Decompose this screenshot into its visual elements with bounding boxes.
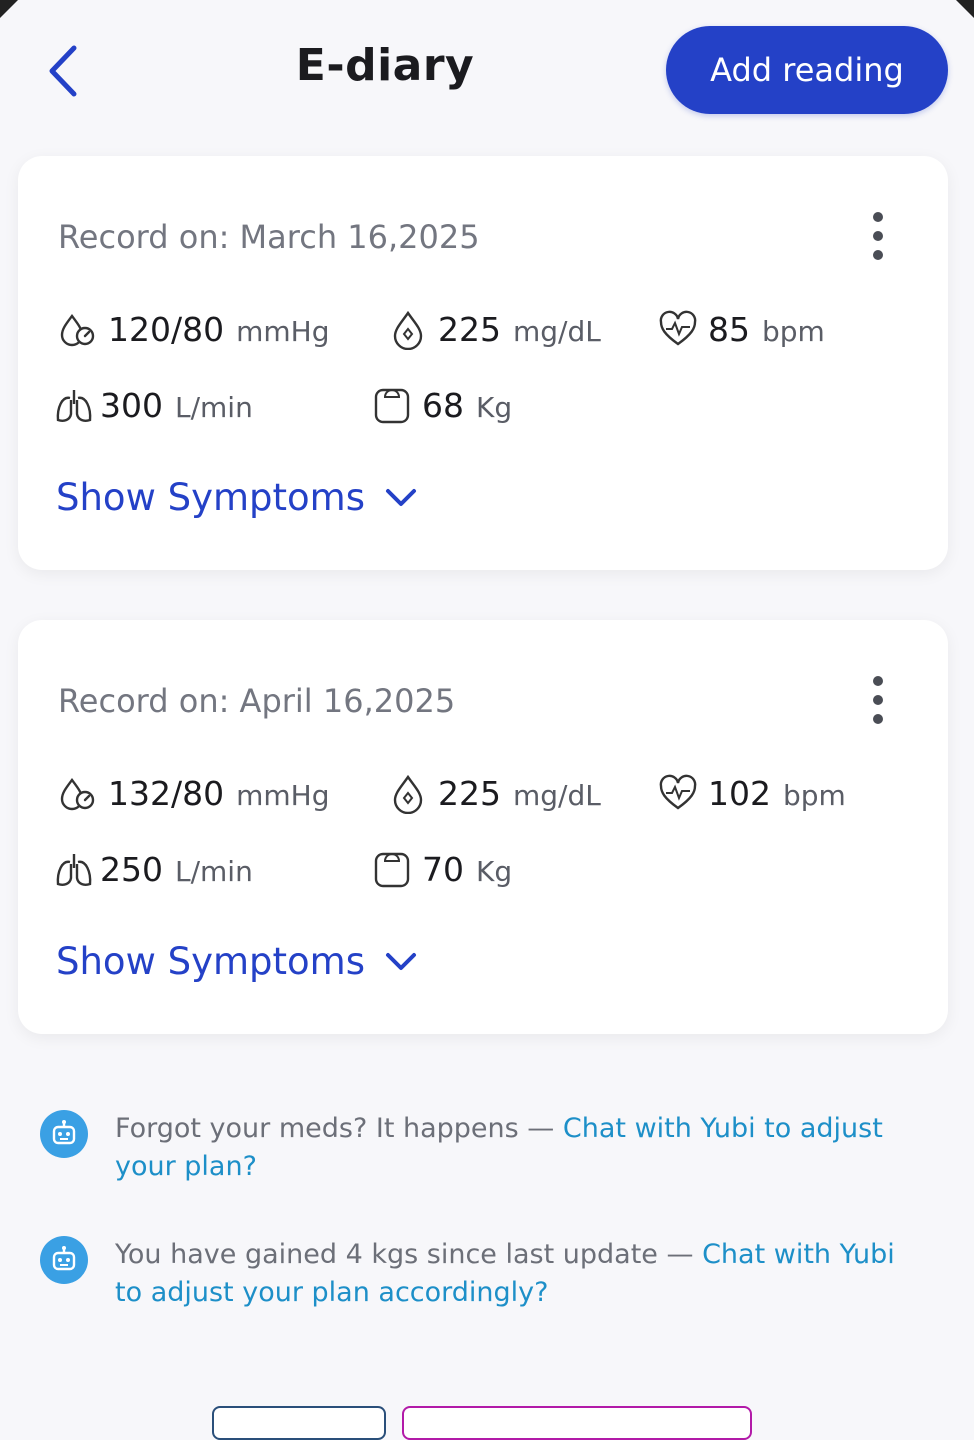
- weight-value: 70: [422, 850, 464, 889]
- chevron-left-icon: [49, 45, 77, 97]
- glucose-drop-icon: [393, 310, 423, 350]
- heart-rate-value: 85: [708, 310, 750, 349]
- header: E-diary Add reading: [0, 0, 974, 140]
- tip-message: Forgot your meds? It happens — Chat with…: [115, 1110, 925, 1186]
- heart-rate-unit: bpm: [762, 315, 825, 348]
- blood-pressure-icon: [60, 314, 95, 347]
- glucose-unit: mg/dL: [513, 779, 601, 812]
- glucose-drop-icon: [393, 774, 423, 814]
- bottom-tab-button[interactable]: [402, 1406, 752, 1440]
- weight-unit: Kg: [476, 855, 513, 888]
- show-symptoms-label: Show Symptoms: [56, 940, 365, 983]
- weight-scale-icon: [374, 388, 410, 424]
- yubi-tip: Forgot your meds? It happens — Chat with…: [40, 1110, 940, 1190]
- record-date: Record on: April 16,2025: [58, 682, 456, 720]
- show-symptoms-toggle[interactable]: Show Symptoms: [56, 476, 417, 519]
- blood-pressure-unit: mmHg: [236, 779, 330, 812]
- dot: [873, 714, 883, 724]
- heart-rate-metric: 102 bpm: [658, 774, 846, 814]
- bottom-tab-button[interactable]: [212, 1406, 386, 1440]
- weight-scale-icon: [374, 852, 410, 888]
- record-card: Record on: March 16,2025 120/80 mmHg 225…: [18, 156, 948, 570]
- more-options-button[interactable]: [864, 672, 892, 728]
- lung-metric: 250 L/min: [54, 850, 253, 890]
- heart-rate-unit: bpm: [783, 779, 846, 812]
- glucose-value: 225: [438, 310, 501, 349]
- back-button[interactable]: [40, 42, 86, 100]
- heart-rate-value: 102: [708, 774, 771, 813]
- glucose-metric: 225 mg/dL: [388, 310, 601, 350]
- record-card: Record on: April 16,2025 132/80 mmHg 225…: [18, 620, 948, 1034]
- weight-value: 68: [422, 386, 464, 425]
- lung-value: 300: [100, 386, 163, 425]
- tip-message: You have gained 4 kgs since last update …: [115, 1236, 925, 1312]
- lung-unit: L/min: [175, 391, 253, 424]
- more-options-button[interactable]: [864, 208, 892, 264]
- glucose-unit: mg/dL: [513, 315, 601, 348]
- lung-value: 250: [100, 850, 163, 889]
- dot: [873, 250, 883, 260]
- bot-icon: [40, 1236, 88, 1284]
- heart-rate-icon: [659, 310, 697, 346]
- heart-rate-metric: 85 bpm: [658, 310, 825, 350]
- add-reading-button[interactable]: Add reading: [666, 26, 948, 114]
- blood-pressure-value: 120/80: [108, 310, 225, 349]
- yubi-tip: You have gained 4 kgs since last update …: [40, 1236, 940, 1316]
- tip-text: Forgot your meds? It happens —: [115, 1113, 563, 1144]
- bot-icon: [40, 1110, 88, 1158]
- glucose-value: 225: [438, 774, 501, 813]
- blood-pressure-metric: 120/80 mmHg: [58, 310, 330, 350]
- lung-metric: 300 L/min: [54, 386, 253, 426]
- blood-pressure-unit: mmHg: [236, 315, 330, 348]
- glucose-metric: 225 mg/dL: [388, 774, 601, 814]
- blood-pressure-metric: 132/80 mmHg: [58, 774, 330, 814]
- blood-pressure-value: 132/80: [108, 774, 225, 813]
- heart-rate-icon: [659, 774, 697, 810]
- weight-metric: 70 Kg: [372, 850, 512, 890]
- record-date: Record on: March 16,2025: [58, 218, 480, 256]
- page-title: E-diary: [295, 40, 475, 91]
- dot: [873, 676, 883, 686]
- chevron-down-icon: [385, 488, 416, 506]
- lungs-icon: [56, 854, 92, 886]
- tip-text: You have gained 4 kgs since last update …: [115, 1239, 703, 1270]
- show-symptoms-toggle[interactable]: Show Symptoms: [56, 940, 417, 983]
- lung-unit: L/min: [175, 855, 253, 888]
- dot: [873, 231, 883, 241]
- show-symptoms-label: Show Symptoms: [56, 476, 365, 519]
- dot: [873, 695, 883, 705]
- blood-pressure-icon: [60, 778, 95, 811]
- weight-unit: Kg: [476, 391, 513, 424]
- dot: [873, 212, 883, 222]
- lungs-icon: [56, 390, 92, 422]
- weight-metric: 68 Kg: [372, 386, 512, 426]
- chevron-down-icon: [385, 952, 416, 970]
